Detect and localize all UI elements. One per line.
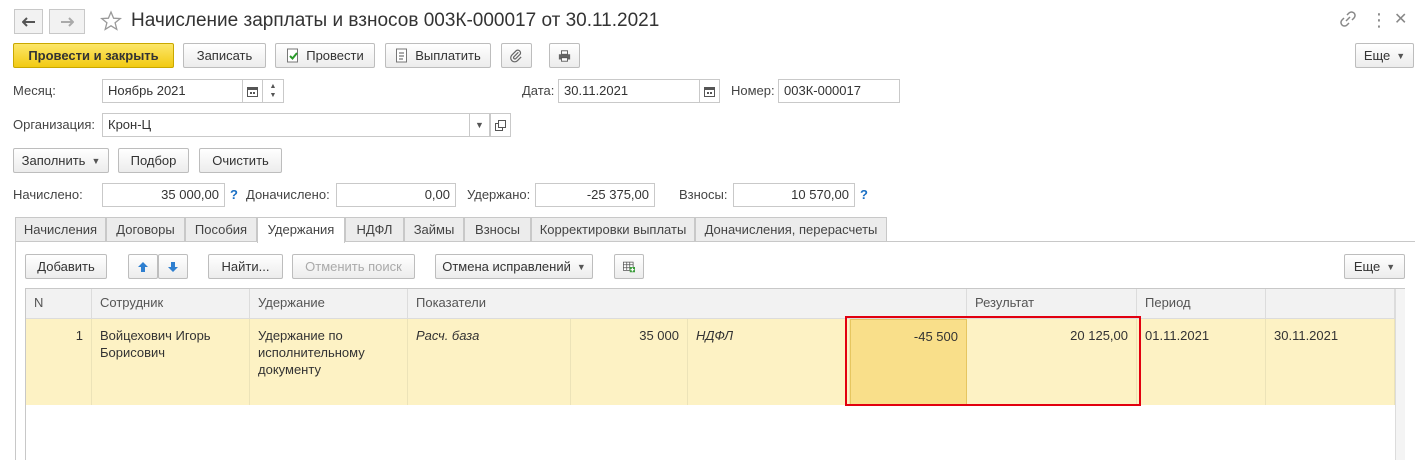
- save-button[interactable]: Записать: [183, 43, 266, 68]
- date-calendar-button[interactable]: [699, 79, 720, 103]
- cell-deduction[interactable]: Удержание по исполнительному документу: [250, 319, 408, 405]
- cell-period-to[interactable]: 30.11.2021: [1266, 319, 1395, 405]
- tab-contributions[interactable]: Взносы: [464, 217, 531, 242]
- fill-button[interactable]: Заполнить ▼: [13, 148, 109, 173]
- tab-accruals[interactable]: Начисления: [15, 217, 106, 242]
- chevron-down-icon: ▼: [1386, 261, 1396, 272]
- link-icon[interactable]: [1340, 11, 1356, 32]
- chevron-down-icon: ▼: [576, 261, 586, 272]
- tab-benefits[interactable]: Пособия: [185, 217, 257, 242]
- withheld-label: Удержано:: [467, 187, 531, 202]
- extra-label: Доначислено:: [246, 187, 330, 202]
- col-header-n[interactable]: N: [26, 289, 92, 319]
- chevron-down-icon: ▼: [1396, 50, 1406, 61]
- contrib-help-icon[interactable]: ?: [860, 184, 868, 206]
- extra-field[interactable]: 0,00: [336, 183, 456, 207]
- org-dropdown-button[interactable]: ▼: [469, 113, 490, 137]
- month-field[interactable]: Ноябрь 2021: [102, 79, 243, 103]
- move-down-button[interactable]: [158, 254, 188, 279]
- number-label: Номер:: [731, 83, 775, 98]
- pick-button[interactable]: Подбор: [118, 148, 189, 173]
- printer-icon: [558, 49, 571, 62]
- highlight-frame: [845, 316, 1141, 406]
- cell-indicator1-name[interactable]: Расч. база: [408, 319, 571, 405]
- arrow-down-icon: [168, 261, 178, 272]
- tab-ndfl[interactable]: НДФЛ: [345, 217, 404, 242]
- forward-button[interactable]: [49, 9, 85, 34]
- col-header-employee[interactable]: Сотрудник: [92, 289, 250, 319]
- org-label: Организация:: [13, 117, 96, 132]
- cell-indicator2-name[interactable]: НДФЛ: [688, 319, 850, 405]
- org-open-button[interactable]: [490, 113, 511, 137]
- col-header-deduction[interactable]: Удержание: [250, 289, 408, 319]
- print-button[interactable]: [549, 43, 580, 68]
- tab-loans[interactable]: Займы: [404, 217, 464, 242]
- tab-payment-corrections[interactable]: Корректировки выплаты: [531, 217, 695, 242]
- number-field[interactable]: 003К-000017: [778, 79, 900, 103]
- more-button-label: Еще: [1363, 48, 1391, 63]
- page-title: Начисление зарплаты и взносов 003К-00001…: [131, 10, 660, 31]
- post-doc-icon: [287, 48, 299, 63]
- contrib-field[interactable]: 10 570,00: [733, 183, 855, 207]
- cell-employee[interactable]: Войцехович Игорь Борисович: [92, 319, 250, 405]
- col-header-indicators[interactable]: Показатели: [408, 289, 967, 319]
- open-form-icon: [495, 119, 506, 131]
- arrow-right-icon: [61, 16, 74, 27]
- find-button[interactable]: Найти...: [208, 254, 283, 279]
- tab-recalculations[interactable]: Доначисления, перерасчеты: [695, 217, 887, 242]
- more-button[interactable]: Еще ▼: [1355, 43, 1414, 68]
- date-field[interactable]: 30.11.2021: [558, 79, 700, 103]
- month-label: Месяц:: [13, 83, 56, 98]
- month-stepper[interactable]: ▲ ▼: [262, 79, 284, 103]
- tab-deductions[interactable]: Удержания: [257, 217, 345, 243]
- cell-indicator1-value[interactable]: 35 000: [571, 319, 688, 405]
- chevron-down-icon: ▼: [475, 120, 484, 130]
- pay-button[interactable]: Выплатить: [385, 43, 491, 68]
- arrow-up-icon: [138, 261, 148, 272]
- move-up-button[interactable]: [128, 254, 158, 279]
- vertical-scrollbar[interactable]: [1395, 289, 1405, 460]
- accrued-label: Начислено:: [13, 187, 83, 202]
- grid-settings-button[interactable]: [614, 254, 644, 279]
- attach-button[interactable]: [501, 43, 532, 68]
- pay-doc-icon: [396, 48, 408, 63]
- tab-contracts[interactable]: Договоры: [106, 217, 185, 242]
- cancel-search-button[interactable]: Отменить поиск: [292, 254, 415, 279]
- cell-period-from[interactable]: 01.11.2021: [1137, 319, 1266, 405]
- grid-more-button[interactable]: Еще ▼: [1344, 254, 1405, 279]
- withheld-field[interactable]: -25 375,00: [535, 183, 655, 207]
- favorite-star-icon[interactable]: [99, 10, 123, 35]
- more-vertical-icon[interactable]: ⋮: [1370, 11, 1388, 29]
- stepper-down-icon[interactable]: ▼: [270, 91, 277, 100]
- org-field[interactable]: Крон-Ц: [102, 113, 470, 137]
- date-label: Дата:: [522, 83, 555, 98]
- post-button[interactable]: Провести: [275, 43, 375, 68]
- stepper-up-icon[interactable]: ▲: [270, 82, 277, 91]
- accrued-field[interactable]: 35 000,00: [102, 183, 225, 207]
- cell-n[interactable]: 1: [26, 319, 92, 405]
- calendar-icon: [704, 86, 715, 97]
- back-button[interactable]: [14, 9, 43, 34]
- col-header-period-end: [1266, 289, 1395, 319]
- grid-more-label: Еще: [1353, 259, 1381, 274]
- col-header-period[interactable]: Период: [1137, 289, 1266, 319]
- post-and-close-button[interactable]: Провести и закрыть: [13, 43, 174, 68]
- pay-button-label: Выплатить: [415, 48, 481, 63]
- col-header-result[interactable]: Результат: [967, 289, 1137, 319]
- paperclip-icon: [510, 49, 522, 62]
- month-calendar-button[interactable]: [242, 79, 263, 103]
- contrib-label: Взносы:: [679, 187, 728, 202]
- cancel-fixes-label: Отмена исправлений: [442, 259, 571, 274]
- post-button-label: Провести: [306, 48, 364, 63]
- table-settings-icon: [623, 261, 635, 272]
- calendar-icon: [247, 86, 258, 97]
- close-icon[interactable]: ✕: [1394, 11, 1407, 29]
- add-button[interactable]: Добавить: [25, 254, 107, 279]
- clear-button[interactable]: Очистить: [199, 148, 282, 173]
- arrow-left-icon: [21, 16, 35, 27]
- fill-button-label: Заполнить: [21, 153, 86, 168]
- chevron-down-icon: ▼: [91, 155, 101, 166]
- accrued-help-icon[interactable]: ?: [230, 184, 238, 206]
- cancel-fixes-button[interactable]: Отмена исправлений ▼: [435, 254, 593, 279]
